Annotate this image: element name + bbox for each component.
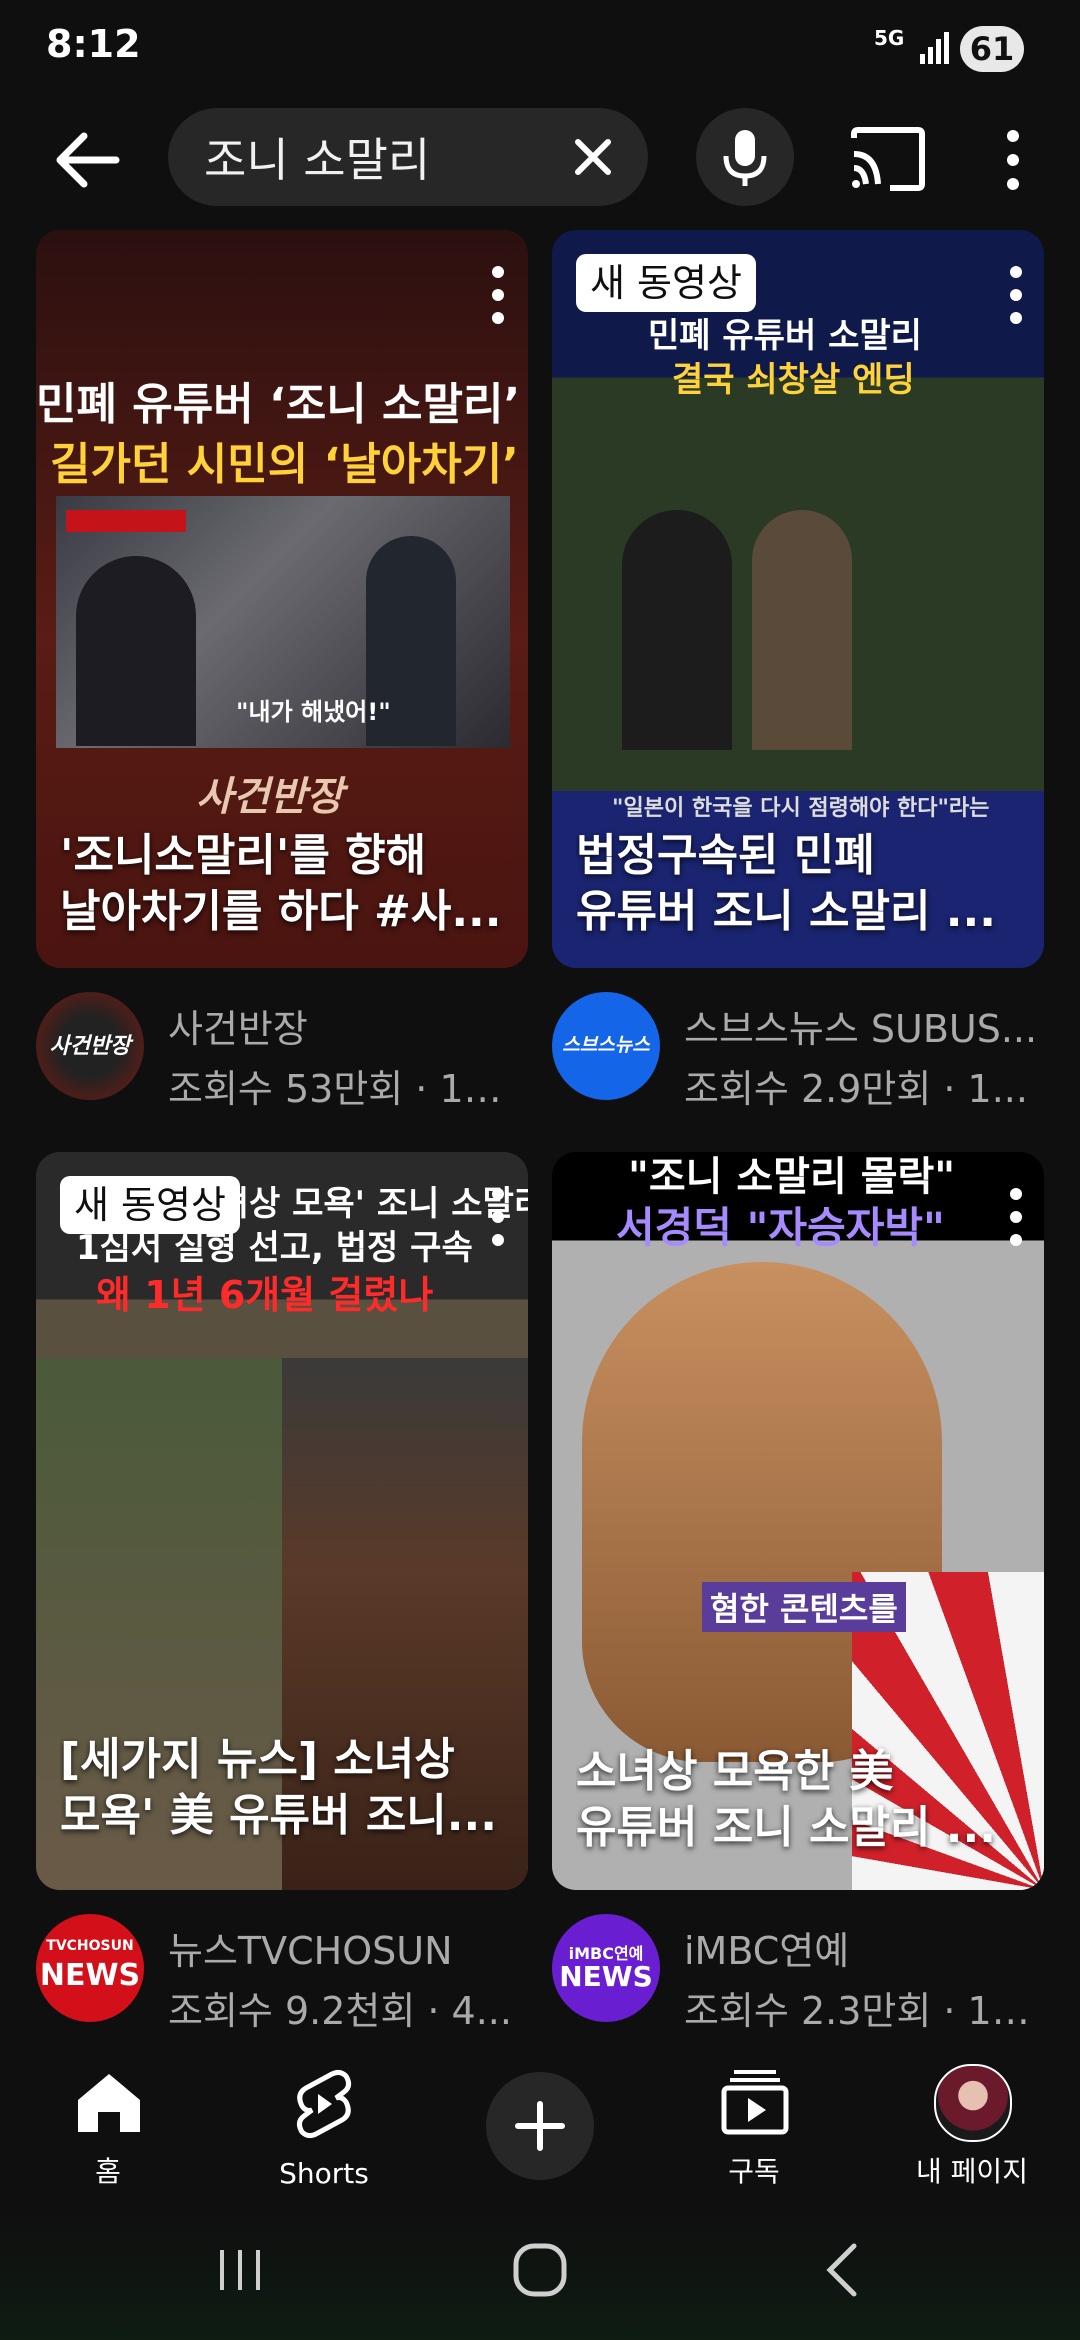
avatar-text: 스브스뉴스 xyxy=(562,1034,650,1056)
recent-apps-icon[interactable] xyxy=(212,2242,268,2298)
avatar-text: NEWS xyxy=(39,1958,141,1993)
video-thumbnail[interactable]: 민폐 유튜버 ‘조니 소말리’ 길가던 시민의 ‘날아차기’ "내가 해냈어!"… xyxy=(36,230,528,968)
home-icon xyxy=(78,2074,140,2132)
channel-name[interactable]: 스브스뉴스 SUBUS... xyxy=(684,998,1044,1053)
title-line: 유튜버 조니 소말리 ... xyxy=(576,886,996,937)
video-thumbnail[interactable]: '소녀상 모욕' 조니 소말리 1심서 실형 선고, 법정 구속 왜 1년 6개… xyxy=(36,1152,528,1890)
clear-icon[interactable] xyxy=(560,124,626,190)
video-title: '조니소말리'를 향해 날아차기를 하다 #사... xyxy=(60,828,508,940)
nav-home[interactable]: 홈 xyxy=(28,2060,188,2190)
microphone-icon xyxy=(723,130,767,186)
statue-figure xyxy=(752,510,852,750)
title-line: '조니소말리'를 향해 xyxy=(60,830,427,881)
nav-my-page[interactable]: 내 페이지 xyxy=(892,2060,1052,2190)
more-options-icon[interactable] xyxy=(478,260,518,330)
new-video-badge: 새 동영상 xyxy=(576,254,756,312)
back-button-icon[interactable] xyxy=(818,2240,868,2300)
channel-name[interactable]: iMBC연예 xyxy=(684,1920,1044,1975)
more-options-icon[interactable] xyxy=(996,1182,1036,1252)
thumbnail-subheadline: 결국 쇠창살 엔딩 xyxy=(672,360,915,400)
create-button[interactable] xyxy=(486,2072,594,2180)
more-options-icon[interactable] xyxy=(990,120,1036,200)
channel-avatar[interactable]: iMBC연예 NEWS xyxy=(552,1914,660,2022)
avatar-text: NEWS xyxy=(559,1960,653,1993)
title-line: 모욕' 美 유튜버 조니... xyxy=(60,1790,497,1841)
title-line: [세가지 뉴스] 소녀상 xyxy=(60,1734,455,1785)
title-line: 날아차기를 하다 #사... xyxy=(60,886,502,937)
thumbnail-subheadline: 왜 1년 6개월 걸렸나 xyxy=(96,1273,434,1317)
news-ticker xyxy=(66,510,186,532)
video-title: 소녀상 모욕한 美 유튜버 조니 소말리 ... xyxy=(576,1744,1024,1856)
channel-avatar[interactable]: 스브스뉴스 xyxy=(552,992,660,1100)
thumbnail-subheadline: 길가던 시민의 ‘날아차기’ xyxy=(50,439,519,490)
avatar-text: TVCHOSUN xyxy=(46,1938,134,1954)
video-meta: 조회수 2.9만회 · 1... xyxy=(684,1067,1028,1111)
cast-icon[interactable] xyxy=(846,124,930,194)
channel-name[interactable]: 뉴스TVCHOSUN xyxy=(168,1920,528,1975)
title-line: 소녀상 모욕한 美 xyxy=(576,1746,894,1797)
thumbnail-headline: 민폐 유튜버 소말리 xyxy=(648,316,922,356)
video-title: 법정구속된 민폐 유튜버 조니 소말리 ... xyxy=(576,828,1024,940)
system-navigation-bar xyxy=(0,2210,1080,2340)
nav-shorts[interactable]: Shorts xyxy=(244,2060,404,2190)
signal-icon xyxy=(920,32,949,64)
voice-search-button[interactable] xyxy=(696,108,794,206)
thumbnail-scene: "내가 해냈어!" xyxy=(56,496,510,748)
caption-chip: 혐한 콘텐츠를 xyxy=(702,1582,906,1632)
nav-subscriptions[interactable]: 구독 xyxy=(674,2060,834,2190)
more-options-icon[interactable] xyxy=(478,1182,518,1252)
nav-label: 구독 xyxy=(728,2155,780,2188)
subscriptions-icon xyxy=(721,2070,789,2135)
new-video-badge: 새 동영상 xyxy=(60,1176,240,1234)
video-meta: 조회수 53만회 · 1년... xyxy=(168,1067,528,1111)
video-thumbnail[interactable]: "조니 소말리 몰락" 서경덕 "자승자박" 혐한 콘텐츠를 소녀상 모욕한 美… xyxy=(552,1152,1044,1890)
nav-label: 홈 xyxy=(95,2155,121,2188)
avatar-text: 사건반장 xyxy=(49,1034,131,1059)
video-title: [세가지 뉴스] 소녀상 모욕' 美 유튜버 조니... xyxy=(60,1732,508,1844)
video-thumbnail[interactable]: 새 동영상 민폐 유튜버 소말리 결국 쇠창살 엔딩 "일본이 한국을 다시 점… xyxy=(552,230,1044,968)
title-line: 법정구속된 민폐 xyxy=(576,830,875,881)
caption-chip: "일본이 한국을 다시 점령해야 한다"라는 xyxy=(612,796,990,821)
status-time: 8:12 xyxy=(46,22,141,66)
channel-avatar[interactable]: TVCHOSUN NEWS xyxy=(36,1914,144,2022)
channel-name[interactable]: 사건반장 xyxy=(168,998,528,1053)
brand-watermark: 사건반장 xyxy=(196,774,344,820)
plus-icon xyxy=(515,2101,565,2151)
home-button-icon[interactable] xyxy=(510,2240,570,2300)
video-meta: 조회수 2.3만회 · 11... xyxy=(684,1989,1044,2033)
person-figure xyxy=(622,510,732,750)
back-arrow-icon[interactable] xyxy=(40,120,130,200)
network-indicator: 5G xyxy=(874,26,905,50)
video-meta: 조회수 9.2천회 · 4... xyxy=(168,1989,512,2033)
profile-avatar xyxy=(934,2064,1012,2142)
caption-chip: "내가 해냈어!" xyxy=(236,698,391,726)
nav-label: 내 페이지 xyxy=(916,2155,1028,2188)
shorts-icon xyxy=(296,2069,352,2139)
title-line: 유튜버 조니 소말리 ... xyxy=(576,1802,996,1853)
more-options-icon[interactable] xyxy=(996,260,1036,330)
thumbnail-headline: 민폐 유튜버 ‘조니 소말리’ xyxy=(36,379,521,430)
nav-label: Shorts xyxy=(279,2157,369,2190)
search-query[interactable]: 조니 소말리 xyxy=(204,124,430,190)
thumbnail-subheadline: 서경덕 "자승자박" xyxy=(616,1203,945,1252)
channel-avatar[interactable]: 사건반장 xyxy=(36,992,144,1100)
person-figure xyxy=(76,556,196,746)
battery-indicator: 61 xyxy=(960,26,1024,72)
